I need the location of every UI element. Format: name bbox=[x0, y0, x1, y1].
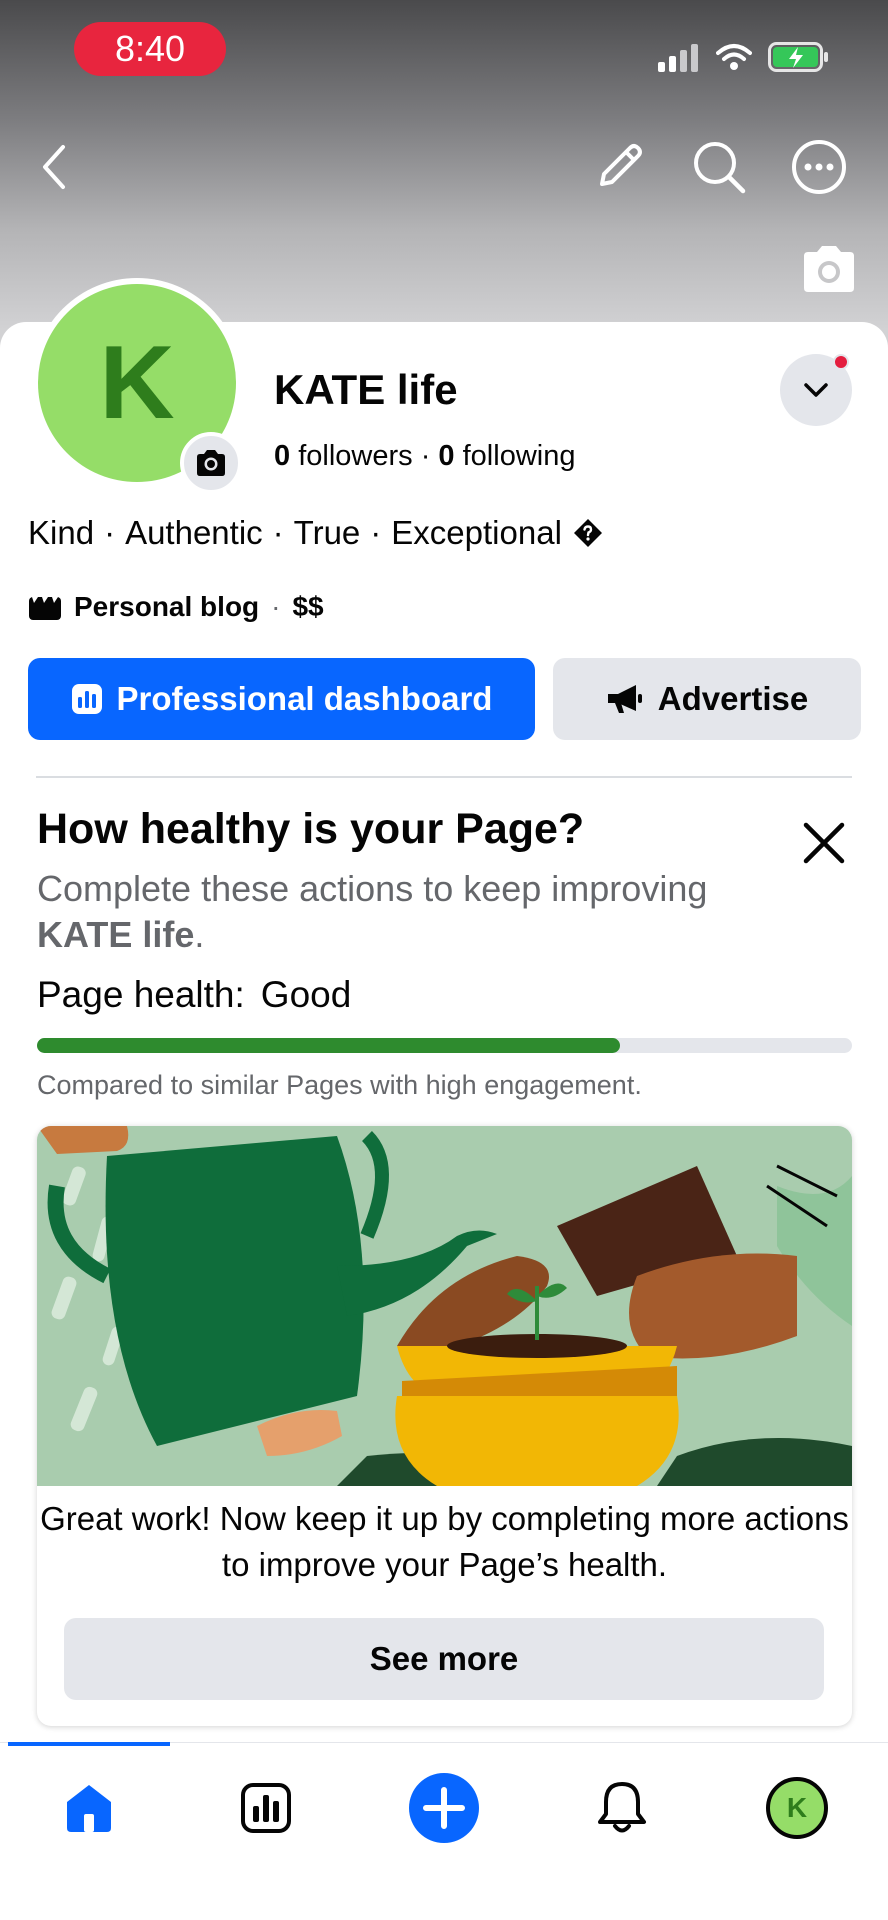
follow-counts: 0 followers · 0 following bbox=[274, 440, 575, 473]
page-health-label: Page health: bbox=[37, 974, 245, 1015]
search-icon bbox=[694, 142, 746, 194]
separator-dot: · bbox=[420, 440, 439, 472]
price-range: $$ bbox=[292, 591, 324, 622]
professional-dashboard-label: Professional dashboard bbox=[116, 680, 493, 717]
megaphone-icon bbox=[607, 685, 642, 713]
dismiss-health-button[interactable] bbox=[796, 815, 852, 871]
following-label[interactable]: following bbox=[463, 440, 576, 472]
health-comparison-note: Compared to similar Pages with high enga… bbox=[37, 1070, 642, 1100]
category-label[interactable]: Personal blog bbox=[74, 591, 259, 623]
bio-word: Kind bbox=[28, 514, 95, 551]
more-button[interactable] bbox=[790, 138, 848, 196]
battery-charging-icon bbox=[768, 42, 828, 72]
bio-word: Exceptional bbox=[391, 514, 562, 551]
close-icon bbox=[803, 822, 845, 864]
section-divider bbox=[36, 776, 852, 778]
health-progress-bar bbox=[37, 1038, 852, 1053]
health-subtitle-suffix: . bbox=[194, 914, 205, 955]
tab-profile[interactable]: K bbox=[757, 1772, 837, 1844]
tab-create[interactable] bbox=[404, 1772, 484, 1844]
more-options-icon bbox=[792, 140, 846, 194]
status-icons bbox=[656, 40, 830, 74]
see-more-button[interactable]: See more bbox=[64, 1618, 824, 1700]
plus-icon bbox=[409, 1773, 479, 1843]
health-card: Great work! Now keep it up by completing… bbox=[37, 1126, 852, 1726]
page-bio: Kind · Authentic · True · Exceptional bbox=[28, 514, 604, 552]
followers-label[interactable]: followers bbox=[298, 440, 412, 472]
tab-home[interactable] bbox=[49, 1772, 129, 1844]
page-category: Personal blog · $$ bbox=[28, 591, 324, 623]
advertise-label: Advertise bbox=[657, 680, 809, 717]
separator-dot: · bbox=[104, 514, 116, 551]
chevron-left-icon bbox=[43, 145, 65, 189]
edit-cover-photo-button[interactable] bbox=[800, 244, 858, 294]
health-subtitle-page: KATE life bbox=[37, 914, 195, 955]
search-button[interactable] bbox=[690, 138, 748, 196]
health-card-message: Great work! Now keep it up by completing… bbox=[40, 1500, 849, 1583]
watering-plant-illustration bbox=[37, 1126, 852, 1486]
bell-icon bbox=[598, 1782, 646, 1833]
profile-avatar-small: K bbox=[766, 1777, 828, 1839]
bio-word: True bbox=[293, 514, 361, 551]
bio-word: Authentic bbox=[125, 514, 263, 551]
following-count[interactable]: 0 bbox=[438, 440, 454, 472]
health-subtitle-prefix: Complete these actions to keep improving bbox=[37, 868, 708, 909]
health-title: How healthy is your Page? bbox=[37, 805, 585, 853]
dashboard-chart-icon bbox=[241, 1783, 291, 1833]
edit-profile-picture-button[interactable] bbox=[180, 432, 242, 494]
advertise-button[interactable]: Advertise bbox=[553, 658, 861, 740]
status-time: 8:40 bbox=[74, 22, 226, 76]
page-health-value: Good bbox=[260, 974, 352, 1015]
separator-dot: · bbox=[271, 591, 281, 622]
dashboard-chart-icon bbox=[71, 684, 102, 714]
notification-dot bbox=[833, 354, 849, 370]
page-name: KATE life bbox=[274, 366, 458, 413]
separator-dot: · bbox=[272, 514, 284, 551]
edit-button[interactable] bbox=[590, 138, 648, 196]
separator-dot: · bbox=[370, 514, 382, 551]
cellular-signal-icon bbox=[658, 44, 698, 72]
home-icon bbox=[67, 1785, 111, 1832]
health-subtitle: Complete these actions to keep improving… bbox=[37, 866, 797, 958]
back-button[interactable] bbox=[26, 138, 84, 196]
page-health-row: Page health: Good bbox=[37, 974, 351, 1016]
camera-icon bbox=[804, 246, 854, 292]
tab-dashboard[interactable] bbox=[226, 1772, 306, 1844]
tab-notifications[interactable] bbox=[582, 1772, 662, 1844]
professional-dashboard-button[interactable]: Professional dashboard bbox=[28, 658, 535, 740]
clapperboard-icon bbox=[29, 597, 61, 620]
chevron-down-icon bbox=[804, 383, 828, 397]
followers-count[interactable]: 0 bbox=[274, 440, 290, 472]
health-progress-fill bbox=[37, 1038, 620, 1053]
active-tab-indicator bbox=[8, 1742, 170, 1746]
pencil-icon bbox=[600, 144, 642, 186]
camera-icon bbox=[197, 450, 225, 476]
wifi-icon bbox=[716, 44, 752, 70]
diamond-icon bbox=[573, 519, 602, 547]
